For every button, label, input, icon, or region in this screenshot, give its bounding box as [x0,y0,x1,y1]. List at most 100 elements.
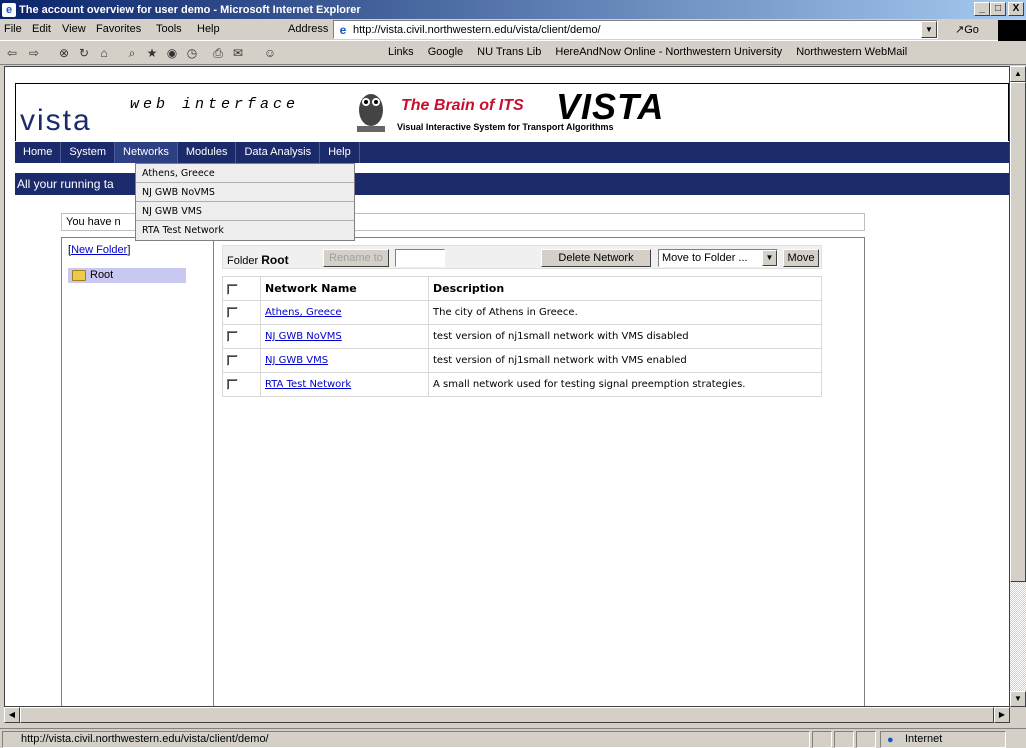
media-icon[interactable]: ◉ [164,45,180,61]
networks-dropdown: Athens, Greece NJ GWB NoVMS NJ GWB VMS R… [135,163,355,241]
running-tasks-text: All your running ta [17,177,114,191]
scroll-left-icon[interactable]: ◀ [4,707,20,723]
menu-edit[interactable]: Edit [32,23,51,35]
ie-icon: e [2,2,16,17]
maximize-button[interactable]: □ [990,2,1006,16]
move-to-folder-select[interactable]: Move to Folder ... ▼ [658,249,778,267]
refresh-icon[interactable]: ↻ [76,45,92,61]
horizontal-scroll-thumb[interactable] [20,707,994,723]
mail-icon[interactable]: ✉ [230,45,246,61]
search-icon[interactable]: ⌕ [124,45,140,61]
network-link[interactable]: Athens, Greece [265,307,342,318]
brain-of-its-text: The Brain of ITS [401,97,524,114]
menu-tools[interactable]: Tools [156,23,182,35]
folder-name: Root [261,253,289,267]
link-webmail[interactable]: Northwestern WebMail [796,46,907,58]
dropdown-item-rta-test[interactable]: RTA Test Network [136,221,354,240]
table-row: Athens, Greece The city of Athens in Gre… [222,300,822,325]
go-label: Go [964,24,979,36]
address-label: Address [288,23,329,35]
nav-data-analysis[interactable]: Data Analysis [236,142,321,163]
link-hereandnow[interactable]: HereAndNow Online - Northwestern Univers… [555,46,782,58]
status-pane [812,731,832,748]
owl-logo-icon [357,94,385,132]
home-icon[interactable]: ⌂ [96,45,112,61]
row-checkbox[interactable] [227,306,238,318]
folder-root[interactable]: Root [68,268,186,283]
rename-input[interactable] [395,249,445,267]
dropdown-item-athens[interactable]: Athens, Greece [136,164,354,183]
menu-file[interactable]: File [4,23,22,35]
back-icon[interactable]: ⇦ [4,45,20,61]
row-checkbox[interactable] [227,354,238,366]
row-checkbox[interactable] [227,330,238,342]
network-description: test version of nj1small network with VM… [428,324,822,349]
network-link[interactable]: NJ GWB NoVMS [265,331,342,342]
row-checkbox-cell [222,300,261,325]
delete-network-button[interactable]: Delete Network [541,249,651,267]
status-pane [856,731,876,748]
status-pane [834,731,854,748]
stop-icon[interactable]: ⊗ [56,45,72,61]
go-button[interactable]: ↗Go [955,23,979,36]
vertical-scrollbar[interactable]: ▲ ▼ [1010,66,1026,707]
page-icon: e [339,22,347,37]
minimize-button[interactable]: _ [974,2,990,16]
nav-modules[interactable]: Modules [178,142,237,163]
globe-icon: ● [887,734,894,746]
move-button[interactable]: Move [783,249,819,267]
scroll-right-icon[interactable]: ▶ [994,707,1010,723]
favorites-icon[interactable]: ★ [144,45,160,61]
menu-view[interactable]: View [62,23,86,35]
messenger-icon[interactable]: ☺ [262,45,278,61]
scroll-up-icon[interactable]: ▲ [1010,66,1026,82]
network-table: Network Name Description Athens, Greece … [222,276,822,397]
network-link[interactable]: NJ GWB VMS [265,355,328,366]
rename-button[interactable]: Rename to [323,249,389,267]
chevron-down-icon: ▼ [762,250,777,266]
close-button[interactable]: X [1008,2,1024,16]
table-row: NJ GWB NoVMS test version of nj1small ne… [222,324,822,349]
nav-system[interactable]: System [61,142,116,163]
row-checkbox[interactable] [227,378,238,390]
nav-help[interactable]: Help [320,142,360,163]
scroll-down-icon[interactable]: ▼ [1010,691,1026,707]
menu-favorites[interactable]: Favorites [96,23,141,35]
forward-icon[interactable]: ⇨ [26,45,42,61]
folder-label-text: Folder [227,255,259,267]
folder-pane: [New Folder] Root [62,238,214,706]
security-zone: ● Internet [880,731,1006,748]
address-url: http://vista.civil.northwestern.edu/vist… [353,23,601,36]
link-google[interactable]: Google [428,46,463,58]
print-icon[interactable]: ⎙ [210,45,226,61]
horizontal-scrollbar[interactable]: ◀ ▶ [4,707,1010,723]
vertical-scroll-thumb[interactable] [1010,82,1026,582]
address-dropdown-button[interactable]: ▼ [921,21,937,38]
link-nu-trans-lib[interactable]: NU Trans Lib [477,46,541,58]
status-url: http://vista.civil.northwestern.edu/vist… [2,731,810,748]
history-icon[interactable]: ◷ [184,45,200,61]
header-network-name: Network Name [260,276,429,301]
main-panel: [New Folder] Root Folder Root Rename to … [61,237,865,706]
web-interface-title: web interface [130,96,300,113]
network-description: test version of nj1small network with VM… [428,348,822,373]
new-folder-link[interactable]: New Folder [71,244,127,256]
nav-bar: Home System Networks Modules Data Analys… [15,142,1009,163]
table-header-row: Network Name Description [222,276,822,301]
address-input[interactable]: e http://vista.civil.northwestern.edu/vi… [333,20,938,39]
network-link[interactable]: RTA Test Network [265,379,351,390]
table-row: RTA Test Network A small network used fo… [222,372,822,397]
folder-root-label: Root [90,269,114,281]
message-text: You have n [66,216,121,228]
move-select-value: Move to Folder ... [662,252,748,264]
nav-networks[interactable]: Networks [115,142,178,163]
network-name-cell: NJ GWB NoVMS [260,324,429,349]
menu-help[interactable]: Help [197,23,220,35]
status-bar: http://vista.civil.northwestern.edu/vist… [0,728,1026,748]
dropdown-item-nj-gwb-vms[interactable]: NJ GWB VMS [136,202,354,221]
dropdown-item-nj-gwb-novms[interactable]: NJ GWB NoVMS [136,183,354,202]
select-all-checkbox[interactable] [227,283,238,295]
go-arrow-icon: ↗ [955,24,965,36]
network-description: The city of Athens in Greece. [428,300,822,325]
nav-home[interactable]: Home [15,142,62,163]
